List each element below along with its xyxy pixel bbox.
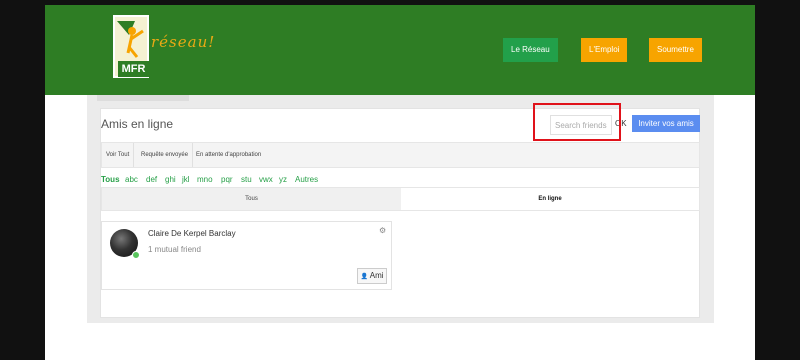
- tab-tous[interactable]: Tous: [102, 188, 401, 210]
- nav-soumettre-button[interactable]: Soumettre: [649, 38, 702, 62]
- highlight-box: [533, 103, 621, 141]
- alpha-filter-abc[interactable]: abc: [125, 175, 138, 184]
- nav-le-reseau-button[interactable]: Le Réseau: [503, 38, 558, 62]
- page-title: Amis en ligne: [101, 117, 174, 131]
- tab-en-ligne[interactable]: En ligne: [401, 188, 699, 210]
- friend-status-button[interactable]: 👤 Ami: [357, 268, 387, 284]
- filter-voir-tout[interactable]: Voir Tout: [102, 143, 135, 167]
- filter-en-attente[interactable]: En attente d'approbation: [192, 143, 265, 167]
- mfr-reseau-logo[interactable]: MFR réseau!: [113, 15, 223, 80]
- gear-icon[interactable]: ⚙: [379, 226, 386, 235]
- alpha-filter-mno[interactable]: mno: [197, 175, 213, 184]
- alpha-filter-pqr[interactable]: pqr: [221, 175, 233, 184]
- nav-emploi-button[interactable]: L'Emploi: [581, 38, 628, 62]
- alpha-filter-ghi[interactable]: ghi: [165, 175, 176, 184]
- online-status-icon: [132, 251, 140, 259]
- filter-tabs: Voir Tout Requête envoyée En attente d'a…: [101, 142, 700, 168]
- alpha-filter-autres[interactable]: Autres: [295, 175, 318, 184]
- alpha-filter-stu[interactable]: stu: [241, 175, 252, 184]
- user-icon: 👤: [360, 274, 368, 280]
- logo-figure-icon: [117, 21, 144, 58]
- friend-card: [101, 221, 392, 290]
- mutual-friends-count[interactable]: 1 mutual friend: [148, 245, 201, 254]
- invite-friends-button[interactable]: Inviter vos amis: [632, 115, 700, 132]
- alpha-filter-yz[interactable]: yz: [279, 175, 287, 184]
- alpha-filter-jkl[interactable]: jkl: [182, 175, 190, 184]
- friend-name[interactable]: Claire De Kerpel Barclay: [148, 229, 236, 238]
- alpha-filter-vwx[interactable]: vwx: [259, 175, 273, 184]
- logo-reseau-text: réseau!: [151, 33, 216, 51]
- page: MFR réseau! Le Réseau L'Emploi Soumettre…: [45, 5, 755, 360]
- friend-status-label: Ami: [369, 271, 384, 280]
- filter-requete-envoyee[interactable]: Requête envoyée: [137, 143, 194, 167]
- alpha-filter-tous[interactable]: Tous: [101, 175, 120, 184]
- logo-mfr-text: MFR: [118, 61, 149, 77]
- site-header: MFR réseau! Le Réseau L'Emploi Soumettre: [45, 5, 755, 95]
- alpha-filter-def[interactable]: def: [146, 175, 157, 184]
- view-switch: Tous En ligne: [101, 187, 700, 211]
- band-tab: [97, 95, 189, 101]
- logo-emblem: MFR: [113, 15, 149, 78]
